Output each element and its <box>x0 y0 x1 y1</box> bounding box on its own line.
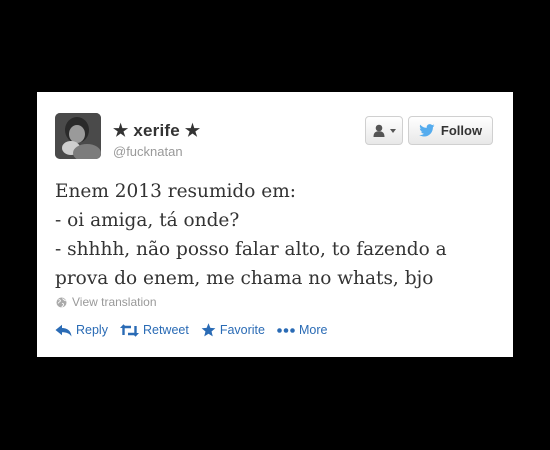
caret-down-icon <box>389 128 396 133</box>
twitter-bird-icon <box>419 124 435 137</box>
tweet-text-line: prova do enem, me chama no whats, bjo <box>55 268 434 289</box>
reply-button[interactable]: Reply <box>55 323 108 337</box>
tweet-actions: Reply Retweet Favorite More <box>55 323 339 337</box>
follow-label: Follow <box>440 123 483 138</box>
more-button[interactable]: More <box>277 323 327 337</box>
more-label: More <box>298 323 328 337</box>
tweet-text-line: - oi amiga, tá onde? <box>55 210 240 231</box>
view-translation-label: View translation <box>72 295 157 309</box>
retweet-icon <box>119 323 139 337</box>
user-dropdown-button[interactable] <box>365 116 403 145</box>
tweet-text: Enem 2013 resumido em: - oi amiga, tá on… <box>55 177 495 293</box>
tweet-text-line: Enem 2013 resumido em: <box>55 181 296 202</box>
tweet-card: ★ xerife ★ @fucknatan Follow Enem 2013 r… <box>37 92 513 357</box>
favorite-button[interactable]: Favorite <box>201 323 265 337</box>
avatar[interactable] <box>55 113 101 159</box>
more-icon <box>277 327 295 333</box>
reply-icon <box>55 324 72 337</box>
retweet-button[interactable]: Retweet <box>119 323 189 337</box>
display-name[interactable]: ★ xerife ★ <box>113 121 200 141</box>
retweet-label: Retweet <box>142 323 189 337</box>
globe-icon <box>56 297 67 308</box>
view-translation-link[interactable]: View translation <box>56 295 157 309</box>
tweet-text-line: - shhhh, não posso falar alto, to fazend… <box>55 239 447 260</box>
favorite-label: Favorite <box>219 323 265 337</box>
reply-label: Reply <box>76 323 108 337</box>
user-dropdown-icon <box>373 124 387 137</box>
screen-name[interactable]: @fucknatan <box>113 144 183 159</box>
follow-button[interactable]: Follow <box>408 116 493 145</box>
star-icon <box>201 323 216 337</box>
